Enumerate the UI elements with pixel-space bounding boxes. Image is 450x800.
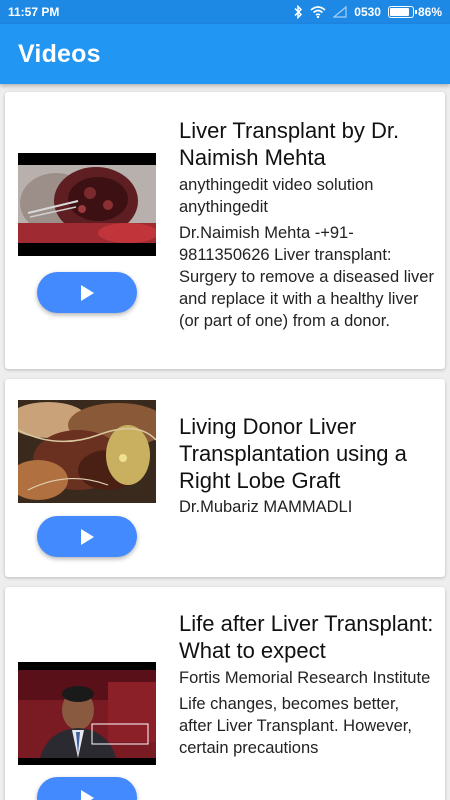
play-button[interactable] [37, 272, 137, 313]
wifi-icon [310, 6, 326, 18]
status-icons: 0530 86% [293, 5, 442, 19]
video-author: Dr.Mubariz MAMMADLI [179, 498, 353, 516]
play-icon [81, 528, 94, 545]
play-icon [81, 284, 94, 301]
video-thumbnail[interactable] [18, 400, 156, 503]
battery-icon [387, 6, 417, 18]
page-title: Videos [18, 39, 101, 68]
video-info: Living Donor Liver Transplantation using… [179, 413, 435, 518]
battery-indicator: 86% [387, 5, 442, 19]
video-card[interactable]: Liver Transplant by Dr. Naimish Mehta an… [5, 92, 445, 369]
video-title: Living Donor Liver Transplantation using… [179, 414, 407, 493]
video-thumbnail[interactable] [18, 153, 156, 256]
play-button[interactable] [37, 777, 137, 800]
video-card[interactable]: Living Donor Liver Transplantation using… [5, 379, 445, 577]
bluetooth-icon [293, 5, 303, 19]
play-icon [81, 789, 94, 800]
video-author: anythingedit video solution anythingedit [179, 176, 374, 216]
video-card[interactable]: Life after Liver Transplant: What to exp… [5, 587, 445, 800]
video-author: Fortis Memorial Research Institute [179, 669, 431, 687]
signal-icon [333, 6, 347, 18]
app-bar: Videos [0, 24, 450, 84]
network-label: 0530 [354, 5, 381, 19]
status-bar: 11:57 PM 0530 86% [0, 0, 450, 24]
video-description: Life changes, becomes better, after Live… [179, 695, 412, 757]
video-title: Liver Transplant by Dr. Naimish Mehta [179, 118, 400, 170]
battery-percent: 86% [417, 5, 442, 19]
play-button[interactable] [37, 516, 137, 557]
battery-fill [389, 8, 409, 16]
video-info: Liver Transplant by Dr. Naimish Mehta an… [179, 117, 435, 332]
video-list[interactable]: Liver Transplant by Dr. Naimish Mehta an… [0, 84, 450, 800]
video-title: Life after Liver Transplant: What to exp… [179, 611, 434, 663]
video-thumbnail[interactable] [18, 662, 156, 765]
video-info: Life after Liver Transplant: What to exp… [179, 610, 435, 759]
video-description: Dr.Naimish Mehta -+91-9811350626 Liver t… [179, 224, 434, 330]
status-time: 11:57 PM [8, 5, 60, 19]
